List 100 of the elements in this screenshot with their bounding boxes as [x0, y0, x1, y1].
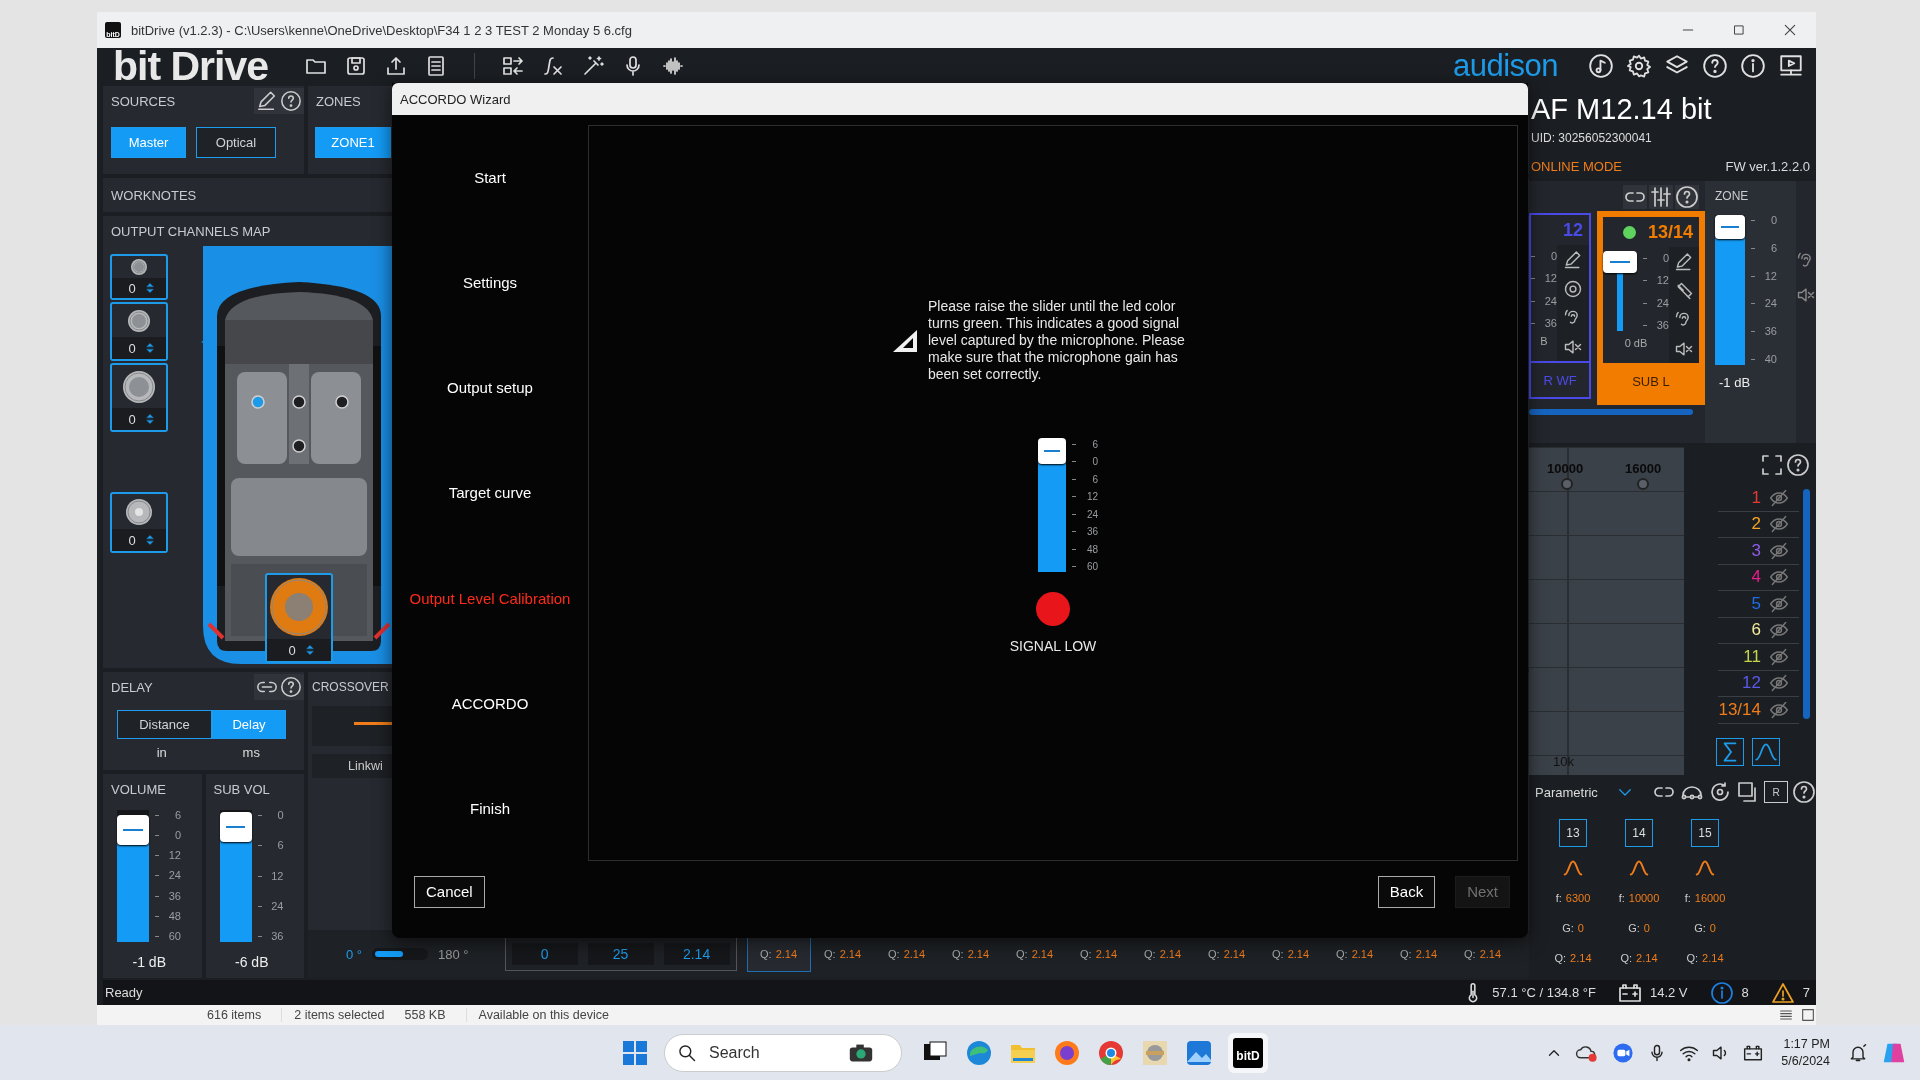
hidden-eye-icon[interactable]: [1769, 673, 1789, 694]
band-parameter[interactable]: f: 10000: [1618, 883, 1660, 913]
expand-icon[interactable]: [1760, 453, 1784, 477]
spin-arrows-icon[interactable]: [143, 282, 156, 294]
band-parameter[interactable]: G: 0: [1562, 913, 1584, 943]
filter-type-button[interactable]: Linkwi: [312, 754, 394, 778]
spin-arrows-icon[interactable]: [143, 534, 156, 546]
spin-arrows-icon[interactable]: [143, 413, 156, 425]
wizard-step[interactable]: Start: [474, 169, 506, 187]
spin-field[interactable]: 0: [112, 529, 166, 551]
notification-bell-icon[interactable]: [1848, 1042, 1868, 1063]
wizard-step[interactable]: Settings: [462, 274, 518, 292]
speaker-icon[interactable]: [1563, 278, 1583, 299]
band-parameter[interactable]: G: 0: [1694, 913, 1716, 943]
details-view-icon[interactable]: [1778, 1007, 1794, 1023]
wizard-step[interactable]: Output Level Calibration: [409, 589, 571, 607]
routing-icon[interactable]: [501, 54, 526, 78]
band-parameter[interactable]: Q: 2.14: [1620, 943, 1658, 973]
source-button[interactable]: Optical: [196, 127, 276, 158]
spin-arrows-icon[interactable]: [303, 644, 316, 656]
hidden-eye-icon[interactable]: [1769, 646, 1789, 667]
mixer-sliders-icon[interactable]: [1649, 185, 1673, 209]
slider-thumb[interactable]: [117, 814, 149, 845]
q-value-cell[interactable]: Q: 2.14: [746, 936, 811, 972]
q-value-cell[interactable]: Q: 2.14: [874, 936, 939, 972]
delay-mode-button[interactable]: Distance: [117, 710, 212, 739]
slider-thumb[interactable]: [1715, 215, 1745, 239]
search-bar[interactable]: Search: [664, 1033, 902, 1072]
eq-point-handle[interactable]: [1637, 478, 1649, 490]
music-note-icon[interactable]: [1588, 53, 1614, 79]
tiles-view-icon[interactable]: [1800, 1007, 1816, 1023]
help-icon[interactable]: [1702, 53, 1728, 79]
wizard-button[interactable]: Cancel: [414, 875, 485, 908]
pencil-icon[interactable]: [256, 90, 278, 112]
value-field[interactable]: 2.14: [663, 943, 730, 965]
search-input[interactable]: Search: [707, 1042, 837, 1063]
band-parameter[interactable]: f: 16000: [1684, 883, 1726, 913]
active-app-icon[interactable]: bitD: [1233, 1037, 1263, 1068]
q-value-cell[interactable]: Q: 2.14: [1322, 936, 1387, 972]
slider-track[interactable]: [1603, 253, 1637, 331]
presentation-icon[interactable]: [1778, 53, 1804, 79]
hidden-eye-icon[interactable]: [1769, 514, 1789, 535]
q-value-cell[interactable]: Q: 2.14: [1194, 936, 1259, 972]
hidden-eye-icon[interactable]: [1769, 620, 1789, 641]
slider-thumb[interactable]: [1603, 251, 1637, 274]
waveform-icon[interactable]: [661, 54, 686, 78]
q-value-cell[interactable]: Q: 2.14: [1002, 936, 1067, 972]
band-number[interactable]: 15: [1691, 819, 1719, 847]
q-value-cell[interactable]: Q: 2.14: [810, 936, 875, 972]
help-icon[interactable]: [1792, 780, 1816, 804]
close-icon[interactable]: [1782, 22, 1798, 38]
help-icon[interactable]: [1675, 185, 1699, 209]
search-icon[interactable]: [677, 1042, 697, 1063]
maximize-icon[interactable]: [1732, 23, 1746, 37]
spin-field[interactable]: 0: [112, 278, 166, 298]
speaker-box[interactable]: 0: [110, 254, 168, 300]
warning-icon[interactable]: [1770, 980, 1795, 1005]
r-button[interactable]: R: [1764, 781, 1788, 803]
q-value-cell[interactable]: Q: 2.14: [1066, 936, 1131, 972]
spin-field[interactable]: 0: [112, 408, 166, 430]
band-parameter[interactable]: G: 0: [1628, 913, 1650, 943]
q-value-cell[interactable]: Q: 2.14: [1386, 936, 1451, 972]
listening-position-dot[interactable]: [335, 395, 349, 409]
band-parameter[interactable]: Q: 2.14: [1554, 943, 1592, 973]
slider-thumb[interactable]: [219, 812, 252, 843]
pencil-icon[interactable]: [1563, 249, 1583, 270]
hidden-eye-icon[interactable]: [1769, 487, 1789, 508]
wizard-step[interactable]: ACCORDO: [451, 694, 529, 712]
slider-thumb[interactable]: [1038, 438, 1066, 464]
hidden-eye-icon[interactable]: [1769, 699, 1789, 720]
listening-position-dot[interactable]: [251, 395, 265, 409]
peak-filter-icon[interactable]: [1752, 737, 1780, 766]
band-number[interactable]: 14: [1625, 819, 1653, 847]
link-icon[interactable]: [1623, 185, 1647, 209]
slider-track[interactable]: [372, 948, 429, 960]
q-value-cell[interactable]: Q: 2.14: [1450, 936, 1515, 972]
channel-strip[interactable]: 12 0 12 24 36 B R WF: [1529, 213, 1591, 399]
help-icon[interactable]: [280, 90, 302, 112]
band-parameter[interactable]: f: 6300: [1555, 883, 1591, 913]
q-value-cell[interactable]: Q: 2.14: [1258, 936, 1323, 972]
wizard-step[interactable]: Output setup: [447, 379, 533, 397]
value-field[interactable]: 25: [587, 943, 654, 965]
listening-position-dot[interactable]: [292, 395, 306, 409]
magic-wand-icon[interactable]: [581, 54, 606, 78]
channel-strip[interactable]: 13/14 0 12 24 36 0 dB SUB L: [1599, 213, 1703, 403]
spin-field[interactable]: 0: [112, 337, 166, 359]
band-parameter[interactable]: Q: 2.14: [1686, 943, 1724, 973]
hidden-eye-icon[interactable]: [1769, 567, 1789, 588]
q-value-cell[interactable]: Q: 2.14: [1130, 936, 1195, 972]
speaker-box[interactable]: 0: [110, 302, 168, 361]
wizard-step[interactable]: Finish: [470, 799, 510, 817]
sigma-icon[interactable]: [1716, 737, 1744, 766]
band-number[interactable]: 13: [1559, 819, 1587, 847]
speaker-box[interactable]: 0: [265, 573, 333, 663]
speaker-box[interactable]: 0: [110, 363, 168, 432]
eq-point-handle[interactable]: [1561, 478, 1573, 490]
wizard-step[interactable]: Target curve: [448, 484, 532, 502]
settings-icon[interactable]: [1626, 53, 1652, 79]
hidden-eye-icon[interactable]: [1769, 540, 1789, 561]
hidden-eye-icon[interactable]: [1769, 593, 1789, 614]
